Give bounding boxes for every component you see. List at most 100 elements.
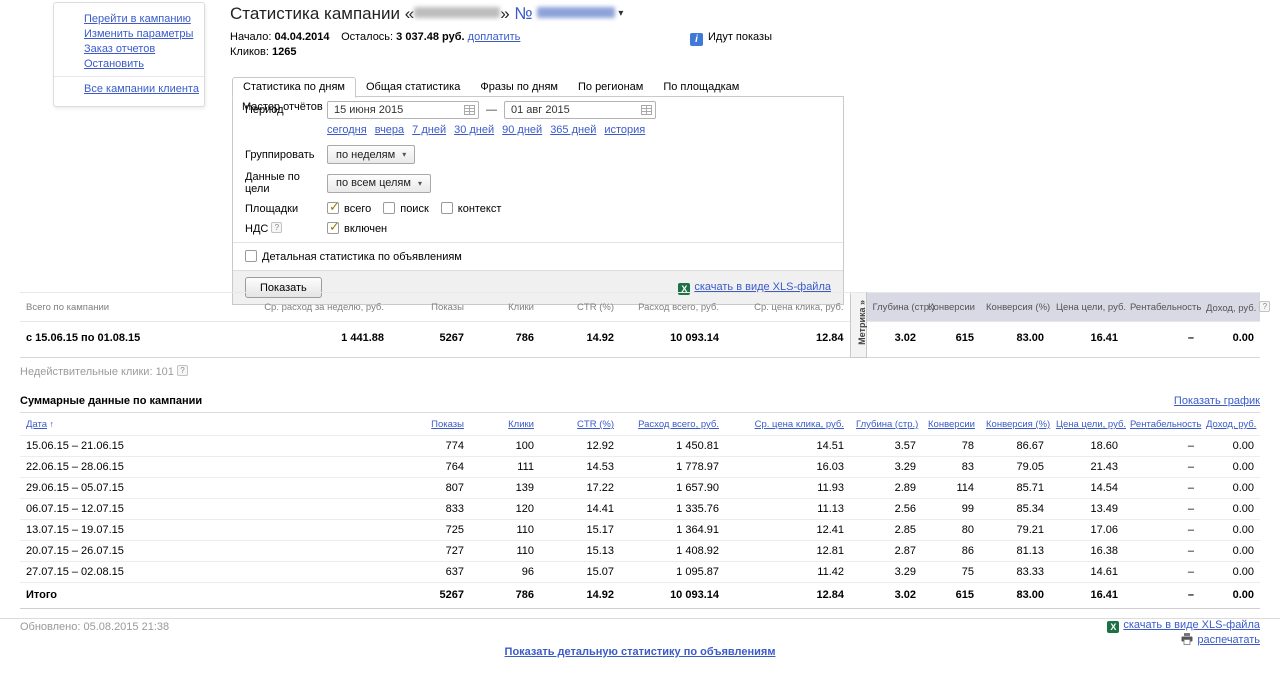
sort-link-date[interactable]: Дата — [26, 419, 47, 430]
cell: 1 364.91 — [620, 519, 725, 540]
sort-link[interactable]: Глубина (стр.) — [856, 419, 918, 430]
sort-link[interactable]: Конверсия (%) — [986, 419, 1050, 430]
cell: – — [1124, 561, 1200, 582]
sort-link[interactable]: Ср. цена клика, руб. — [755, 419, 844, 430]
cell: 11.13 — [725, 498, 850, 519]
sidebar-link[interactable]: Заказ отчетов — [84, 43, 194, 55]
sort-link[interactable]: Показы — [431, 419, 464, 430]
cell: 3.02 — [866, 321, 922, 357]
cell: 81.13 — [980, 540, 1050, 561]
cell: 110 — [470, 519, 540, 540]
cell: 1 335.76 — [620, 498, 725, 519]
platform-checkbox-item[interactable]: контекст — [441, 203, 502, 215]
pay-link[interactable]: доплатить — [468, 31, 521, 43]
period-quick-link[interactable]: история — [604, 124, 645, 136]
summary-table: Дата ↑ПоказыКликиCTR (%)Расход всего, ру… — [20, 413, 1260, 609]
sort-link[interactable]: Рентабельность — [1130, 419, 1201, 430]
cell: 12.41 — [725, 519, 850, 540]
printer-icon — [1181, 633, 1193, 645]
report-tab[interactable]: Фразы по дням — [470, 78, 568, 97]
cell: 1 408.92 — [620, 540, 725, 561]
date-to-input[interactable] — [504, 101, 656, 119]
calendar-icon[interactable] — [464, 105, 475, 115]
report-tab[interactable]: Статистика по дням — [232, 77, 356, 98]
period-quick-link[interactable]: 365 дней — [550, 124, 596, 136]
left-value: 3 037.48 руб. — [396, 31, 464, 43]
vat-checkbox-item[interactable]: включен — [327, 222, 387, 235]
cell: 2.85 — [850, 519, 922, 540]
platform-checkbox-item[interactable]: поиск — [383, 203, 429, 215]
group-label: Группировать — [245, 149, 327, 161]
calendar-icon[interactable] — [641, 105, 652, 115]
cell: 17.06 — [1050, 519, 1124, 540]
report-tab[interactable]: По площадкам — [653, 78, 749, 97]
group-select[interactable]: по неделям▾ — [327, 145, 415, 164]
period-cell: 27.07.15 – 02.08.15 — [20, 561, 320, 582]
column-header: Показы — [320, 413, 470, 436]
table-row: 13.07.15 – 19.07.1572511015.171 364.9112… — [20, 519, 1260, 540]
sort-link[interactable]: CTR (%) — [577, 419, 614, 430]
cell: 14.51 — [725, 435, 850, 456]
period-quick-link[interactable]: 7 дней — [412, 124, 446, 136]
detail-stats-checkbox-item[interactable]: Детальная статистика по объявлениям — [245, 251, 462, 263]
vat-checkbox[interactable] — [327, 222, 339, 234]
sort-link[interactable]: Конверсии — [928, 419, 975, 430]
report-tab[interactable]: Мастер отчётов — [232, 98, 333, 117]
period-quick-link[interactable]: вчера — [375, 124, 404, 136]
sidebar-link-all-campaigns[interactable]: Все кампании клиента — [84, 83, 194, 95]
help-icon[interactable]: ? — [1259, 301, 1270, 312]
column-header: Глубина (стр.) — [850, 413, 922, 436]
sort-link[interactable]: Расход всего, руб. — [638, 419, 719, 430]
cell: 11.42 — [725, 561, 850, 582]
column-header: Показы — [390, 293, 470, 322]
platform-checkbox[interactable] — [383, 202, 395, 214]
print-link[interactable]: распечатать — [1197, 634, 1260, 646]
report-tab[interactable]: По регионам — [568, 78, 653, 97]
date-from-input[interactable] — [327, 101, 479, 119]
sidebar-link[interactable]: Остановить — [84, 58, 194, 70]
sort-link[interactable]: Цена цели, руб. — [1056, 419, 1126, 430]
platform-checkbox[interactable] — [327, 202, 339, 214]
date-range-dash: — — [486, 104, 497, 116]
period-quick-link[interactable]: сегодня — [327, 124, 367, 136]
cell: 786 — [470, 321, 540, 357]
cell: 637 — [320, 561, 470, 582]
cell: 615 — [922, 321, 980, 357]
period-quick-link[interactable]: 90 дней — [502, 124, 542, 136]
detail-stats-checkbox[interactable] — [245, 250, 257, 262]
sort-link[interactable]: Доход, руб. — [1206, 419, 1256, 430]
platform-checkbox[interactable] — [441, 202, 453, 214]
detail-stats-link[interactable]: Показать детальную статистику по объявле… — [505, 646, 776, 658]
cell: 10 093.14 — [620, 582, 725, 608]
metrika-toggle-tab[interactable]: Метрика » — [850, 293, 866, 358]
sidebar-link[interactable]: Перейти в кампанию — [84, 13, 194, 25]
cell: 111 — [470, 456, 540, 477]
campaign-status: iИдут показы — [690, 31, 772, 46]
sidebar-link[interactable]: Изменить параметры — [84, 28, 194, 40]
cell: 80 — [922, 519, 980, 540]
cell: 16.03 — [725, 456, 850, 477]
period-quick-link[interactable]: 30 дней — [454, 124, 494, 136]
cell: 86 — [922, 540, 980, 561]
campaign-number-sign: № — [514, 4, 532, 23]
totals-data-row: с 15.06.15 по 01.08.15 1 441.88 5267 786… — [20, 321, 1260, 357]
platform-checkbox-item[interactable]: всего — [327, 203, 371, 215]
cell: 12.92 — [540, 435, 620, 456]
cell: 14.53 — [540, 456, 620, 477]
campaign-dropdown-caret[interactable]: ▾ — [618, 8, 623, 19]
download-xls-link-bottom[interactable]: скачать в виде XLS-файла — [1123, 619, 1260, 631]
goal-select[interactable]: по всем целям▾ — [327, 174, 431, 193]
sort-link[interactable]: Клики — [508, 419, 534, 430]
show-chart-link[interactable]: Показать график — [1174, 395, 1260, 407]
cell: 0.00 — [1200, 561, 1260, 582]
cell: 2.87 — [850, 540, 922, 561]
help-icon[interactable]: ? — [177, 365, 188, 376]
cell: 99 — [922, 498, 980, 519]
cell: 5267 — [390, 321, 470, 357]
download-xls-link[interactable]: скачать в виде XLS-файла — [694, 281, 831, 293]
help-icon[interactable]: ? — [271, 222, 282, 233]
cell: 1 441.88 — [240, 321, 390, 357]
report-tab[interactable]: Общая статистика — [356, 78, 470, 97]
cell: 14.41 — [540, 498, 620, 519]
cell: 83.00 — [980, 321, 1050, 357]
